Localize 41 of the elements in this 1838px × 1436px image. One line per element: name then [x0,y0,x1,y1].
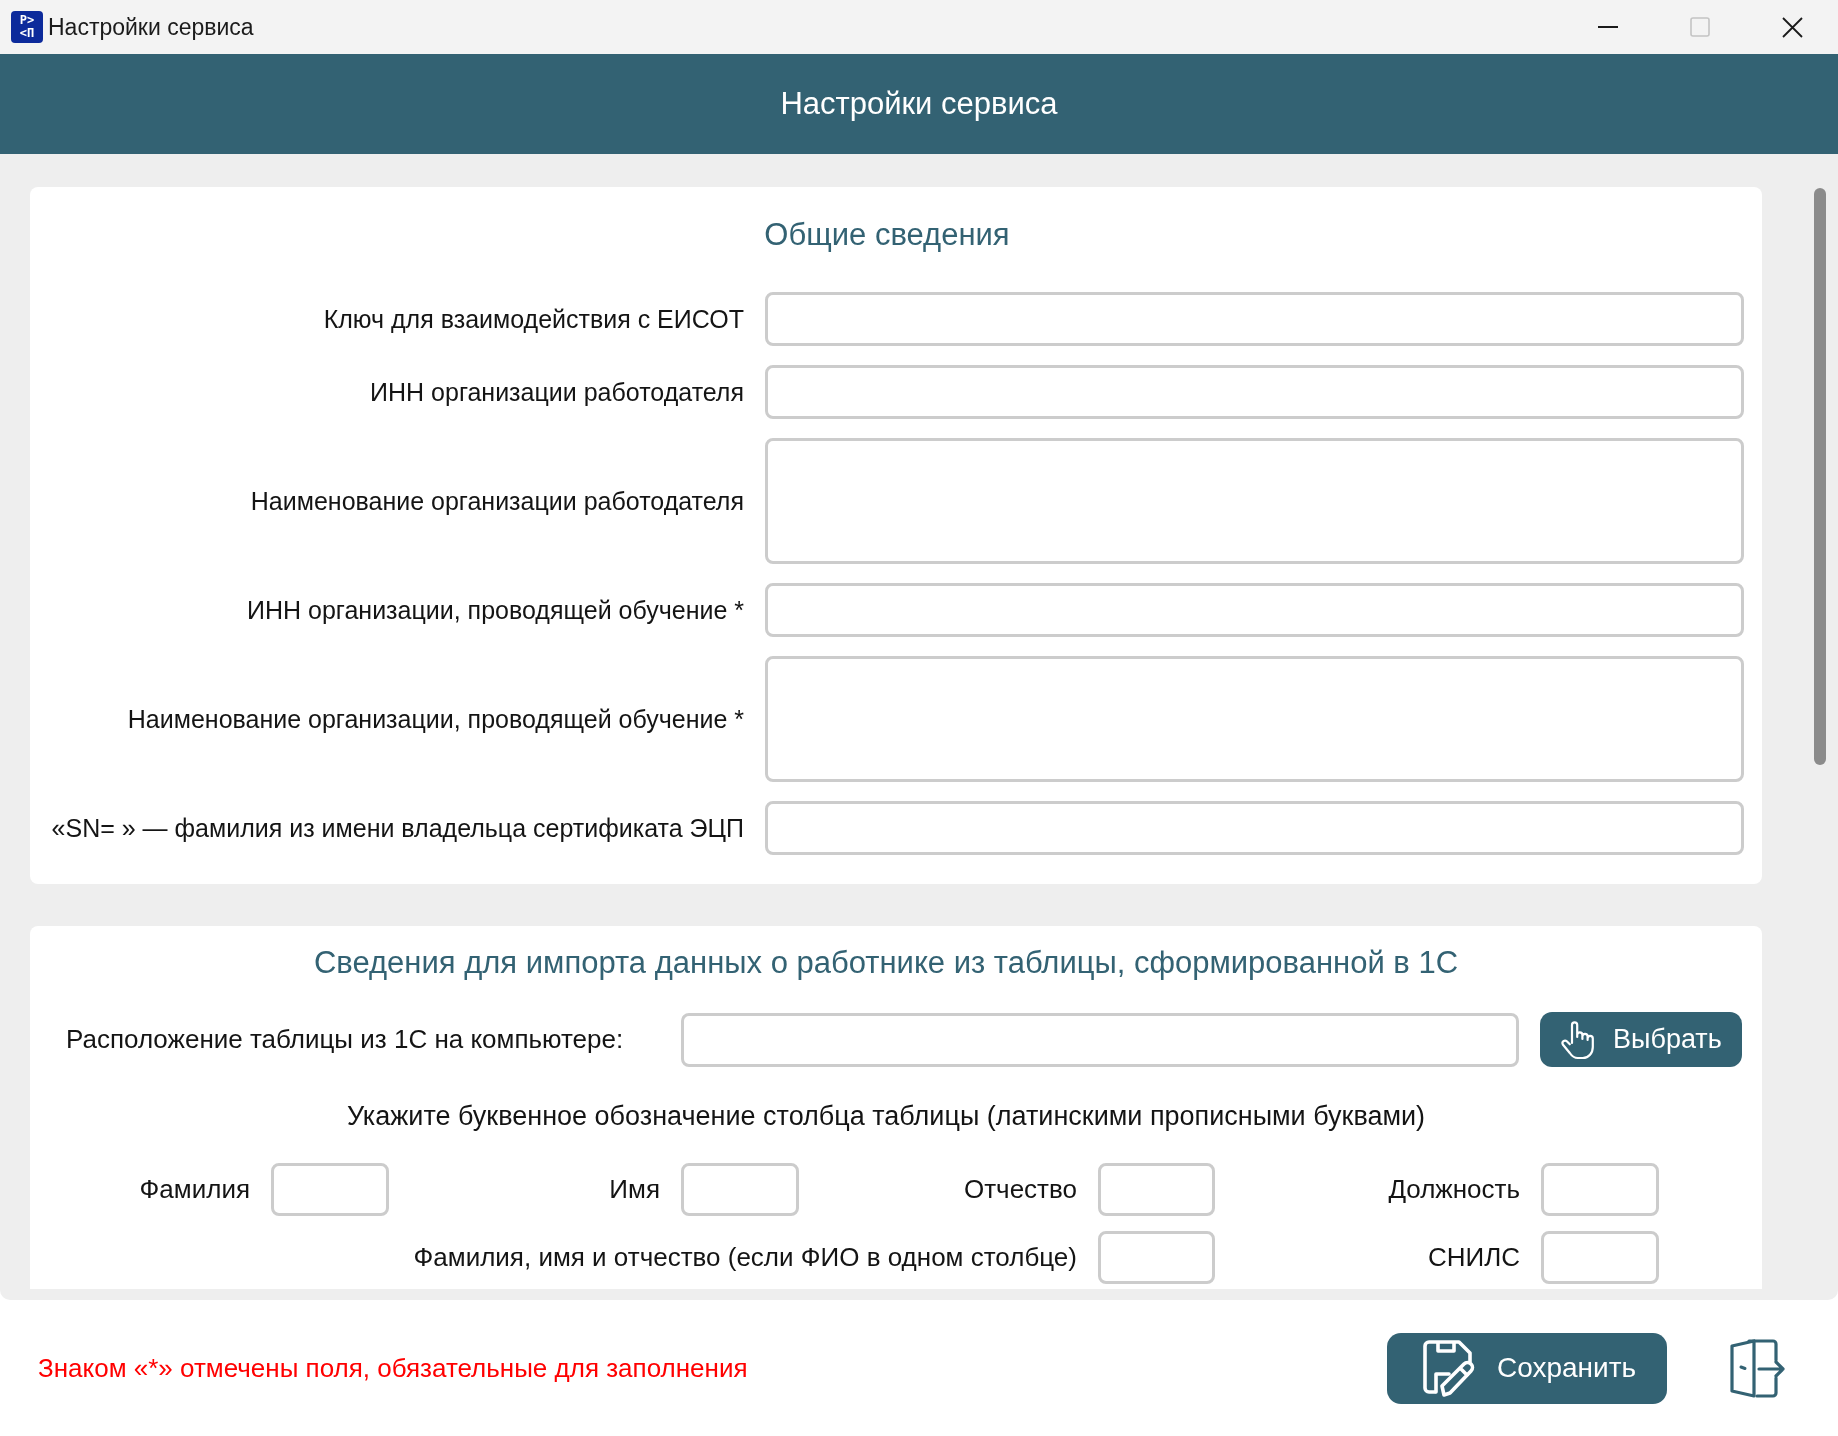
column-letter-field[interactable] [1541,1163,1659,1216]
column-letter-field[interactable] [1098,1231,1215,1284]
column-label: Фамилия, имя и отчество (если ФИО в одном столбце) [413,1242,1078,1273]
column-letter-field[interactable] [271,1163,389,1216]
exit-door-icon[interactable] [1729,1337,1786,1399]
text-field[interactable] [765,365,1744,419]
floppy-pencil-icon [1421,1338,1477,1398]
header-title: Настройки сервиса [780,86,1058,122]
close-icon[interactable] [1781,16,1803,38]
column-letter-field[interactable] [1098,1163,1215,1216]
field-label: ИНН организации работодателя [370,377,744,407]
section-heading: Сведения для импорта данных о работнике из таблицы, сформированной в 1С [313,944,1459,982]
file-path-field[interactable] [681,1012,1519,1067]
text-field[interactable] [765,583,1744,637]
text-area[interactable] [765,656,1744,782]
text-area[interactable] [765,438,1744,564]
column-label: Фамилия [139,1174,251,1205]
app-logo: P> <П [11,11,43,43]
save-button[interactable]: Сохранить [1387,1332,1667,1404]
field-label: Наименование организации работодателя [250,486,744,516]
choose-button[interactable]: Выбрать [1540,1012,1742,1067]
scrollbar-thumb[interactable] [1814,188,1826,765]
column-label: СНИЛС [1427,1242,1521,1273]
instruction-text: Укажите буквенное обозначение столбца таблицы (латинскими прописными буквами) [346,1100,1426,1133]
field-label: ИНН организации, проводящей обучение * [247,595,744,625]
column-letter-field[interactable] [681,1163,799,1216]
field-label: Наименование организации, проводящей обучение * [127,704,744,734]
text-field[interactable] [765,801,1744,855]
section-heading: Общие сведения [764,216,1010,254]
column-label: Отчество [963,1174,1078,1205]
minimize-icon[interactable] [1598,26,1618,28]
column-label: Имя [609,1174,661,1205]
field-label: Расположение таблицы из 1С на компьютере: [66,1024,625,1055]
field-label: Ключ для взаимодействия с ЕИСОТ [323,304,744,334]
field-label: «SN= » — фамилия из имени владельца сертификата ЭЦП [51,813,744,843]
text-field[interactable] [765,292,1744,346]
required-fields-note: Знаком «*» отмечены поля, обязательные для заполнения [38,1352,748,1384]
hand-pointer-icon [1560,1019,1596,1060]
window-title: Настройки сервиса [48,13,254,41]
column-letter-field[interactable] [1541,1231,1659,1284]
column-label: Должность [1388,1174,1521,1205]
